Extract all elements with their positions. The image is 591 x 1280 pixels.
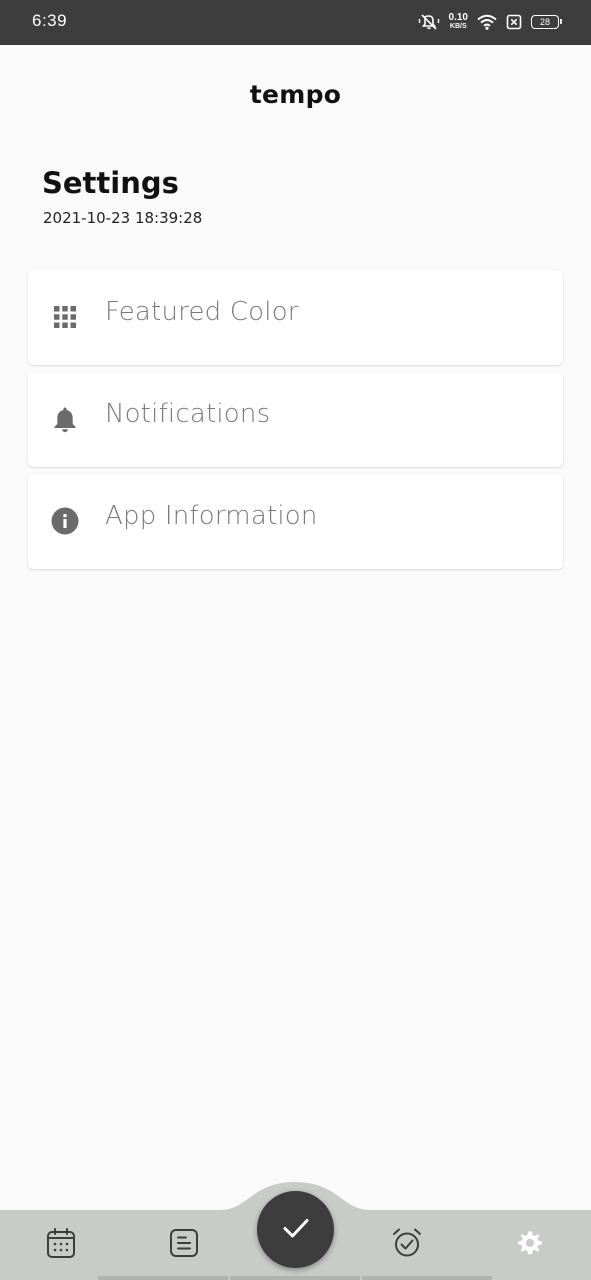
nav-item-calendar[interactable] bbox=[41, 1225, 81, 1265]
menu-item-label: Notifications bbox=[105, 399, 271, 429]
status-icons: 0.10 KB/S 28 bbox=[418, 10, 562, 34]
nav-item-settings[interactable] bbox=[510, 1225, 550, 1265]
sim-off-icon bbox=[506, 14, 522, 30]
menu-item-app-information[interactable]: App Information bbox=[28, 474, 563, 569]
gesture-bar-segment bbox=[362, 1276, 492, 1280]
app-title: tempo bbox=[249, 80, 342, 109]
check-icon bbox=[282, 1217, 310, 1243]
grid-icon bbox=[51, 303, 79, 331]
nav-item-alarm[interactable] bbox=[387, 1225, 427, 1265]
complete-fab-button[interactable] bbox=[257, 1191, 334, 1268]
menu-item-label: App Information bbox=[105, 501, 318, 531]
gesture-bar-segment bbox=[230, 1276, 360, 1280]
calendar-icon bbox=[46, 1227, 76, 1263]
settings-menu: Featured Color Notifications App Informa… bbox=[28, 270, 563, 576]
battery-icon: 28 bbox=[531, 15, 562, 29]
bell-icon bbox=[51, 405, 79, 433]
alarm-check-icon bbox=[391, 1227, 423, 1263]
info-icon bbox=[51, 507, 79, 535]
notes-icon bbox=[169, 1228, 199, 1262]
net-speed-value: 0.10 bbox=[448, 12, 468, 23]
net-speed: 0.10 KB/S bbox=[449, 13, 468, 31]
menu-item-notifications[interactable]: Notifications bbox=[28, 372, 563, 467]
net-speed-unit: KB/S bbox=[449, 23, 467, 30]
menu-item-featured-color[interactable]: Featured Color bbox=[28, 270, 563, 365]
mute-vibrate-icon bbox=[418, 13, 440, 31]
menu-item-label: Featured Color bbox=[105, 297, 299, 327]
page-timestamp: 2021-10-23 18:39:28 bbox=[43, 209, 203, 227]
wifi-icon bbox=[477, 14, 497, 30]
gesture-bar-segment bbox=[98, 1276, 228, 1280]
nav-item-notes[interactable] bbox=[164, 1225, 204, 1265]
gear-icon bbox=[515, 1228, 545, 1262]
status-time: 6:39 bbox=[32, 11, 68, 30]
status-bar: 6:39 0.10 KB/S 28 bbox=[0, 0, 591, 45]
page-title: Settings bbox=[42, 166, 179, 200]
